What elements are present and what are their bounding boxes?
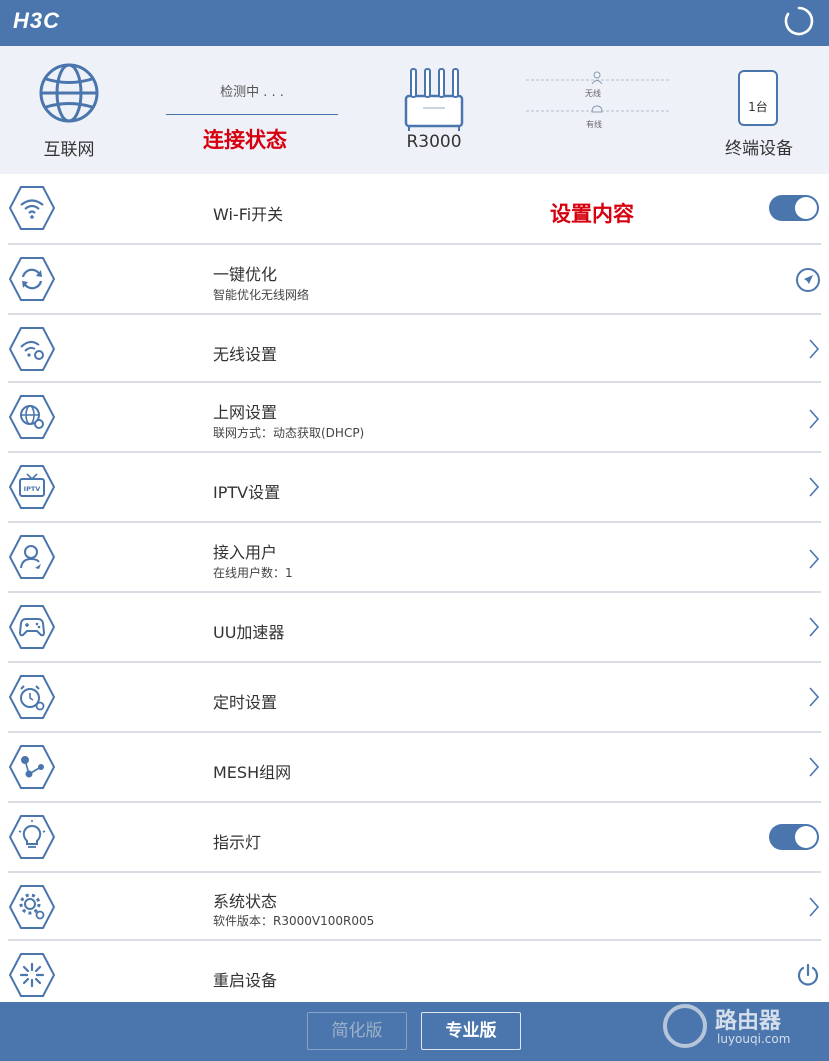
- list-item-optimize[interactable]: 一键优化 智能优化无线网络: [8, 245, 821, 315]
- indicator-light-title: 指示灯: [213, 833, 262, 852]
- iptv-title: IPTV设置: [213, 483, 281, 502]
- globe-icon: [39, 63, 99, 123]
- restart-title: 重启设备: [213, 971, 278, 990]
- chevron-right-icon[interactable]: [807, 475, 821, 499]
- access-users-title: 接入用户: [213, 543, 278, 562]
- power-icon[interactable]: [795, 962, 821, 988]
- refresh-icon[interactable]: [783, 5, 815, 37]
- gear-icon: [8, 883, 56, 931]
- chevron-right-icon[interactable]: [807, 685, 821, 709]
- device-count: 1台: [748, 100, 768, 114]
- wifi-icon: [8, 184, 56, 232]
- system-status-title: 系统状态: [213, 892, 278, 911]
- chevron-right-icon[interactable]: [807, 547, 821, 571]
- wireless-label: 无线: [585, 89, 601, 98]
- wired-label: 有线: [586, 120, 602, 129]
- router-icon: [404, 68, 464, 131]
- pro-version-button[interactable]: 专业版: [421, 1012, 521, 1050]
- internet-settings-title: 上网设置: [213, 403, 278, 422]
- iptv-icon-text: IPTV: [24, 485, 41, 493]
- settings-content-annotation: 设置内容: [550, 201, 634, 226]
- top-bar: H3C: [0, 0, 829, 46]
- list-item-restart[interactable]: 重启设备: [8, 941, 821, 1002]
- system-status-subtitle: 软件版本：R3000V100R005: [213, 914, 375, 928]
- user-icon: [8, 533, 56, 581]
- watermark-url: luyouqi.com: [717, 1032, 791, 1046]
- connection-status-annotation: 连接状态: [203, 127, 287, 152]
- gamepad-icon: [8, 603, 56, 651]
- internet-settings-subtitle: 联网方式：动态获取(DHCP): [213, 426, 365, 440]
- h3c-logo: H3C: [13, 8, 61, 33]
- iptv-icon: IPTV: [8, 463, 56, 511]
- router-model-label: R3000: [406, 132, 462, 152]
- list-item-iptv[interactable]: IPTV IPTV设置: [8, 453, 821, 523]
- list-item-internet-settings[interactable]: 上网设置 联网方式：动态获取(DHCP): [8, 383, 821, 453]
- timer-settings-title: 定时设置: [213, 693, 278, 712]
- chevron-right-icon[interactable]: [807, 407, 821, 431]
- list-item-wireless-settings[interactable]: 无线设置: [8, 315, 821, 383]
- access-users-subtitle: 在线用户数：1: [213, 566, 293, 580]
- simple-version-button[interactable]: 简化版: [307, 1012, 407, 1050]
- optimize-subtitle: 智能优化无线网络: [213, 288, 310, 302]
- connection-line: [166, 114, 338, 115]
- chevron-right-icon[interactable]: [807, 615, 821, 639]
- wireless-settings-title: 无线设置: [213, 345, 278, 364]
- chevron-right-icon[interactable]: [807, 895, 821, 919]
- lightbulb-icon: [8, 813, 56, 861]
- watermark-text: 路由器: [715, 1009, 782, 1034]
- optimize-title: 一键优化: [213, 265, 278, 284]
- list-item-wifi-switch: Wi-Fi开关 设置内容: [8, 174, 821, 245]
- list-item-timer-settings[interactable]: 定时设置: [8, 663, 821, 733]
- list-item-indicator-light: 指示灯: [8, 803, 821, 873]
- wireless-settings-icon: [8, 325, 56, 373]
- alarm-clock-icon: [8, 673, 56, 721]
- indicator-light-toggle[interactable]: [769, 824, 819, 850]
- rocket-icon[interactable]: [795, 267, 821, 293]
- refresh-cycle-icon: [8, 255, 56, 303]
- mesh-title: MESH组网: [213, 763, 292, 782]
- connection-status-panel: 互联网 检测中 . . . 连接状态 R3000 无线 有线 1台 终端设备: [0, 46, 829, 174]
- list-item-access-users[interactable]: 接入用户 在线用户数：1: [8, 523, 821, 593]
- mesh-network-icon: [8, 743, 56, 791]
- list-item-uu-accelerator[interactable]: UU加速器: [8, 593, 821, 663]
- wifi-toggle[interactable]: [769, 195, 819, 221]
- terminal-devices-label[interactable]: 终端设备: [718, 134, 800, 159]
- footer-bar: 简化版 专业版 路由器 luyouqi.com: [0, 1002, 829, 1061]
- detect-status-text: 检测中 . . .: [220, 85, 284, 100]
- list-item-mesh[interactable]: MESH组网: [8, 733, 821, 803]
- list-item-system-status[interactable]: 系统状态 软件版本：R3000V100R005: [8, 873, 821, 941]
- chevron-right-icon[interactable]: [807, 755, 821, 779]
- watermark: 路由器 luyouqi.com: [663, 1002, 813, 1054]
- globe-settings-icon: [8, 393, 56, 441]
- watermark-router-icon: [663, 1004, 707, 1048]
- internet-label: 互联网: [43, 140, 95, 160]
- wifi-switch-title: Wi-Fi开关: [213, 205, 284, 224]
- restart-icon: [8, 951, 56, 999]
- chevron-right-icon[interactable]: [807, 337, 821, 361]
- uu-accelerator-title: UU加速器: [213, 623, 285, 642]
- phone-icon[interactable]: 1台: [738, 70, 778, 126]
